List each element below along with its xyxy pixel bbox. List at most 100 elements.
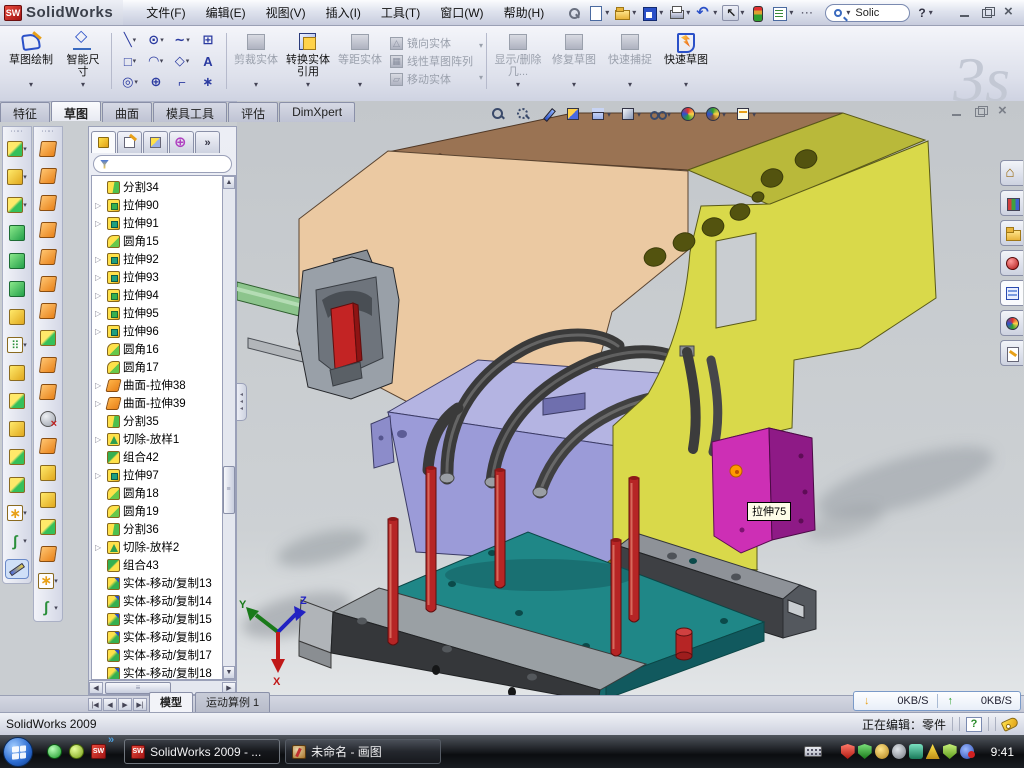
feature-tree-item[interactable]: ▷ 圆角19 xyxy=(92,502,222,520)
expand-arrow-icon[interactable]: ▷ xyxy=(95,381,104,390)
minimize-button[interactable] xyxy=(958,7,972,19)
expand-arrow-icon[interactable]: ▷ xyxy=(95,471,104,480)
search-tab[interactable] xyxy=(1000,250,1023,276)
messenger-status-icon[interactable] xyxy=(960,744,974,759)
feature-tree-item[interactable]: ▷ 拉伸93 xyxy=(92,268,222,286)
filled-surface-icon[interactable]: ▾ xyxy=(34,243,62,270)
expand-arrow-icon[interactable]: ▷ xyxy=(95,291,104,300)
extruded-boss-icon[interactable]: ▾ xyxy=(3,135,31,163)
feature-tree-item[interactable]: ▷ 圆角17 xyxy=(92,358,222,376)
offset-entities-button[interactable]: 等距实体 ▾ xyxy=(334,29,386,93)
convert-entities-button[interactable]: 转换实体引用 ▾ xyxy=(282,29,334,93)
boundary-surface-icon[interactable]: ▾ xyxy=(34,216,62,243)
view-settings-icon[interactable]: ▾ xyxy=(735,106,756,122)
document-tab[interactable]: 模型 xyxy=(149,692,193,712)
open-file-button[interactable]: ▾ xyxy=(612,4,638,22)
defense-shield-icon[interactable] xyxy=(858,744,872,759)
scroll-thumb[interactable]: ≡ xyxy=(223,466,235,514)
quick-launch-expand-icon[interactable]: » xyxy=(108,735,114,745)
help-button[interactable]: ? ▾ xyxy=(918,6,932,20)
curve-icon[interactable]: ▾ xyxy=(3,527,31,555)
new-file-button[interactable]: ▾ xyxy=(585,4,611,22)
edit-appearance-icon[interactable]: ▾ xyxy=(680,106,696,122)
solidworks-quicklaunch-icon[interactable]: SW xyxy=(91,744,106,759)
document-tab[interactable]: 运动算例 1 xyxy=(195,692,270,712)
custom-properties-tab[interactable] xyxy=(1000,340,1023,366)
restore-button[interactable] xyxy=(980,7,994,19)
keyboard-layout-icon[interactable] xyxy=(804,746,822,757)
ribbon-tab[interactable]: 模具工具 xyxy=(153,102,227,122)
swept-surface-icon[interactable]: ▾ xyxy=(34,162,62,189)
spline-tool[interactable]: ∼ ▾ xyxy=(169,30,195,51)
rebuild-button[interactable]: ▾ xyxy=(747,4,768,22)
alert-icon[interactable] xyxy=(926,744,940,759)
doc-minimize-button[interactable] xyxy=(950,106,964,118)
ribbon-tab[interactable]: 曲面 xyxy=(102,102,152,122)
task-window-button[interactable]: 未命名 - 画图 xyxy=(285,739,441,764)
doc-close-button[interactable] xyxy=(996,106,1010,118)
thickened-cut-icon[interactable]: ▾ xyxy=(34,513,62,540)
move-copy-body-icon[interactable]: ▾ xyxy=(3,471,31,499)
last-tab-button[interactable]: ▶| xyxy=(133,698,147,711)
rectangle-tool[interactable]: □ ▾ xyxy=(117,51,143,72)
menu-item[interactable]: 编辑(E) xyxy=(197,1,255,24)
view-palette-tab[interactable] xyxy=(1000,280,1023,306)
insert-part-icon[interactable]: ▾ xyxy=(3,499,31,527)
feature-tree-item[interactable]: ▷ 拉伸96 xyxy=(92,322,222,340)
filter-input[interactable] xyxy=(113,157,225,171)
untrim-surface-icon[interactable]: ▾ xyxy=(34,540,62,567)
feature-tree-item[interactable]: ▷ 拉伸95 xyxy=(92,304,222,322)
feature-tree-item[interactable]: ▷ 实体-移动/复制15 xyxy=(92,610,222,628)
toolbar-overflow-button[interactable]: ▾ xyxy=(796,4,817,22)
tree-filter-box[interactable] xyxy=(93,155,232,173)
scroll-down-icon[interactable]: ▼ xyxy=(223,666,235,679)
feature-tree-item[interactable]: ▷ 实体-移动/复制13 xyxy=(92,574,222,592)
feature-tree-item[interactable]: ▷ 分割35 xyxy=(92,412,222,430)
configurationmanager-tab[interactable] xyxy=(143,131,168,153)
panel-splitter-handle[interactable]: ◂◂◂ xyxy=(237,383,247,421)
thicken-icon[interactable]: ▾ xyxy=(34,486,62,513)
feature-tree-item[interactable]: ▷ 切除-放样2 xyxy=(92,538,222,556)
pick-box-tool[interactable]: ⊞ ▾ xyxy=(195,30,221,51)
ribbon-tab[interactable]: 草图 xyxy=(51,101,101,121)
arc-tool[interactable]: ◠ ▾ xyxy=(143,51,169,72)
feature-tree-item[interactable]: ▷ 组合43 xyxy=(92,556,222,574)
task-window-button[interactable]: SW SolidWorks 2009 - ... xyxy=(124,739,280,764)
ruled-surface-icon[interactable]: ▾ xyxy=(34,324,62,351)
feature-tree-item[interactable]: ▷ 拉伸90 xyxy=(92,196,222,214)
freeform-icon[interactable]: ▾ xyxy=(34,567,62,594)
undo-button[interactable]: ▾ xyxy=(693,4,719,22)
feature-tree-item[interactable]: ▷ 拉伸97 xyxy=(92,466,222,484)
feature-tree-item[interactable]: ▷ 圆角16 xyxy=(92,340,222,358)
spiral-curve-icon[interactable]: ▾ xyxy=(34,594,62,621)
feature-tree-item[interactable]: ▷ 拉伸92 xyxy=(92,250,222,268)
hide-show-items-icon[interactable]: ▾ xyxy=(650,106,671,122)
feature-tree-item[interactable]: ▷ 圆角18 xyxy=(92,484,222,502)
security-plus-icon[interactable] xyxy=(943,744,957,759)
fillet-icon[interactable]: ▾ xyxy=(3,191,31,219)
polygon-tool[interactable]: ⊕ ▾ xyxy=(143,72,169,93)
feature-tree-item[interactable]: ▷ 拉伸94 xyxy=(92,286,222,304)
swept-boss-icon[interactable]: ▾ xyxy=(3,219,31,247)
expand-arrow-icon[interactable]: ▷ xyxy=(95,219,104,228)
tree-vertical-scrollbar[interactable]: ▲ ≡ ▼ xyxy=(222,175,236,680)
scroll-up-icon[interactable]: ▲ xyxy=(223,176,235,189)
feature-tree-item[interactable]: ▷ 组合42 xyxy=(92,448,222,466)
quick-snaps-button[interactable]: 快速捕捉 ▾ xyxy=(602,29,658,93)
network-icon[interactable] xyxy=(909,744,923,759)
prev-tab-button[interactable]: ◀ xyxy=(103,698,117,711)
feature-tree-item[interactable]: ▷ 实体-移动/复制18 xyxy=(92,664,222,680)
view-orientation-icon[interactable]: ▾ xyxy=(590,106,611,122)
delete-face-icon[interactable]: ▾ xyxy=(34,405,62,432)
combine-icon[interactable]: ▾ xyxy=(3,387,31,415)
expand-arrow-icon[interactable]: ▷ xyxy=(95,309,104,318)
dimxpertmanager-tab[interactable] xyxy=(169,131,194,153)
file-explorer-tab[interactable] xyxy=(1000,220,1023,246)
menu-item[interactable]: 文件(F) xyxy=(137,1,194,24)
save-button[interactable]: ▾ xyxy=(639,4,665,22)
design-library-tab[interactable] xyxy=(1000,190,1023,216)
sketch-fillet-tool[interactable]: ⌐ ▾ xyxy=(169,72,195,93)
doc-restore-button[interactable] xyxy=(973,106,987,118)
lofted-surface-icon[interactable]: ▾ xyxy=(34,189,62,216)
menu-item[interactable]: 窗口(W) xyxy=(431,1,492,24)
